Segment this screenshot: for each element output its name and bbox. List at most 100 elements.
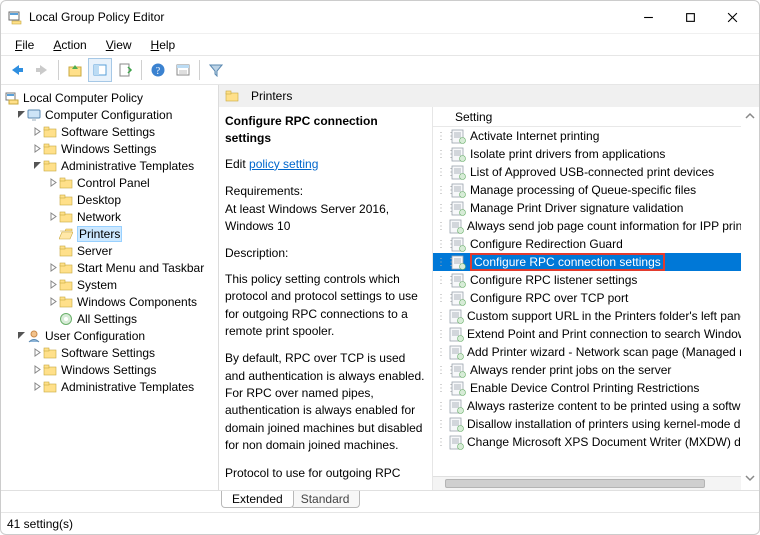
list-item[interactable]: ⋮⋮Always render print jobs on the server	[433, 361, 741, 379]
tree-cc-admin[interactable]: Administrative Templates	[3, 157, 216, 174]
tree-at-network[interactable]: Network	[3, 208, 216, 225]
list-item[interactable]: ⋮⋮ Manage Print Driver signature validati…	[433, 199, 741, 217]
tree-uc-windows[interactable]: Windows Settings	[3, 361, 216, 378]
properties-button[interactable]	[171, 58, 195, 82]
export-list-button[interactable]	[113, 58, 137, 82]
menu-action[interactable]: Action	[45, 36, 94, 54]
drag-grip-icon: ⋮⋮	[436, 185, 446, 196]
minimize-button[interactable]	[627, 2, 669, 32]
column-header-setting[interactable]: Setting	[433, 107, 741, 127]
folder-icon	[59, 193, 73, 207]
menu-help[interactable]: Help	[143, 36, 184, 54]
drag-grip-icon: ⋮⋮	[436, 347, 446, 358]
setting-icon	[449, 163, 467, 181]
drag-grip-icon: ⋮⋮	[436, 311, 446, 322]
setting-icon	[449, 361, 467, 379]
up-one-level-button[interactable]	[63, 58, 87, 82]
tree-at-wcomp[interactable]: Windows Components	[3, 293, 216, 310]
expand-icon[interactable]	[47, 211, 59, 223]
forward-button[interactable]	[30, 58, 54, 82]
expand-icon[interactable]	[47, 279, 59, 291]
drag-grip-icon: ⋮⋮	[436, 131, 446, 142]
collapse-icon[interactable]	[15, 109, 27, 121]
expand-icon[interactable]	[47, 262, 59, 274]
collapse-icon[interactable]	[31, 160, 43, 172]
folder-icon	[43, 363, 57, 377]
list-item[interactable]: ⋮⋮Always send job page count information…	[433, 217, 741, 235]
filter-button[interactable]	[204, 58, 228, 82]
tree-uc-admin[interactable]: Administrative Templates	[3, 378, 216, 395]
list-item[interactable]: ⋮⋮Change Microsoft XPS Document Writer (…	[433, 433, 741, 451]
edit-policy-link[interactable]: policy setting	[249, 157, 318, 171]
tree-at-system[interactable]: System	[3, 276, 216, 293]
expand-icon[interactable]	[47, 296, 59, 308]
scrollbar-thumb[interactable]	[445, 479, 705, 488]
list-item[interactable]: ⋮⋮Always rasterize content to be printed…	[433, 397, 741, 415]
maximize-button[interactable]	[669, 2, 711, 32]
collapse-icon[interactable]	[15, 330, 27, 342]
tree-at-desktop[interactable]: Desktop	[3, 191, 216, 208]
drag-grip-icon: ⋮⋮	[436, 419, 446, 430]
setting-icon	[449, 379, 467, 397]
list-item[interactable]: ⋮⋮ Activate Internet printing	[433, 127, 741, 145]
folder-icon	[59, 244, 73, 258]
tree-at-start[interactable]: Start Menu and Taskbar	[3, 259, 216, 276]
tree-at-control-panel[interactable]: Control Panel	[3, 174, 216, 191]
tree-cc-windows[interactable]: Windows Settings	[3, 140, 216, 157]
expand-icon[interactable]	[31, 381, 43, 393]
list-item-label: List of Approved USB-connected print dev…	[470, 165, 714, 179]
horizontal-scrollbar[interactable]	[433, 476, 741, 490]
menu-file[interactable]: File	[7, 36, 42, 54]
statusbar: 41 setting(s)	[1, 512, 759, 534]
expand-icon[interactable]	[47, 177, 59, 189]
tree-uc[interactable]: User Configuration	[3, 327, 216, 344]
tree-at-server[interactable]: Server	[3, 242, 216, 259]
list-item-label: Manage Print Driver signature validation	[470, 201, 683, 215]
list-item[interactable]: ⋮⋮Configure RPC listener settings	[433, 271, 741, 289]
app-icon	[7, 9, 23, 25]
help-button[interactable]: ?	[146, 58, 170, 82]
list-item[interactable]: ⋮⋮Configure RPC connection settings	[433, 253, 741, 271]
list-item-label: Configure RPC connection settings	[474, 255, 661, 269]
tree-cc-software[interactable]: Software Settings	[3, 123, 216, 140]
list-item[interactable]: ⋮⋮Disallow installation of printers usin…	[433, 415, 741, 433]
list-item[interactable]: ⋮⋮Custom support URL in the Printers fol…	[433, 307, 741, 325]
tree-at-allsettings[interactable]: All Settings	[3, 310, 216, 327]
list-item[interactable]: ⋮⋮Configure Redirection Guard	[433, 235, 741, 253]
setting-icon	[449, 145, 467, 163]
tab-standard[interactable]: Standard	[290, 491, 361, 508]
back-button[interactable]	[5, 58, 29, 82]
tab-extended[interactable]: Extended	[221, 491, 294, 508]
list-item[interactable]: ⋮⋮Configure RPC over TCP port	[433, 289, 741, 307]
settings-list[interactable]: ⋮⋮ Activate Internet printing ⋮⋮Isolate pr…	[433, 127, 741, 476]
list-item[interactable]: ⋮⋮Add Printer wizard - Network scan page…	[433, 343, 741, 361]
list-item-label: Configure Redirection Guard	[470, 237, 623, 251]
scroll-down-icon[interactable]	[744, 472, 756, 487]
expand-icon[interactable]	[31, 347, 43, 359]
open-folder-icon	[59, 227, 73, 241]
list-item[interactable]: ⋮⋮Isolate print drivers from application…	[433, 145, 741, 163]
list-item[interactable]: ⋮⋮Enable Device Control Printing Restric…	[433, 379, 741, 397]
expand-icon[interactable]	[31, 364, 43, 376]
scroll-up-icon[interactable]	[744, 110, 756, 125]
tree-root[interactable]: Local Computer Policy	[3, 89, 216, 106]
folder-icon	[43, 346, 57, 360]
list-item[interactable]: ⋮⋮Extend Point and Print connection to s…	[433, 325, 741, 343]
expand-icon[interactable]	[31, 126, 43, 138]
tree-at-printers[interactable]: Printers	[3, 225, 216, 242]
list-item[interactable]: ⋮⋮List of Approved USB-connected print d…	[433, 163, 741, 181]
tree-uc-software[interactable]: Software Settings	[3, 344, 216, 361]
drag-grip-icon: ⋮⋮	[436, 203, 446, 214]
requirements-body: At least Windows Server 2016, Windows 10	[225, 201, 426, 236]
folder-icon	[225, 89, 239, 103]
show-hide-tree-button[interactable]	[88, 58, 112, 82]
close-button[interactable]	[711, 2, 753, 32]
view-tabs: Extended Standard	[1, 490, 759, 512]
tree-cc[interactable]: Computer Configuration	[3, 106, 216, 123]
toolbar-separator	[58, 60, 59, 80]
expand-icon[interactable]	[31, 143, 43, 155]
list-item-label: Activate Internet printing	[470, 129, 599, 143]
menu-view[interactable]: View	[98, 36, 140, 54]
list-item[interactable]: ⋮⋮Manage processing of Queue-specific fi…	[433, 181, 741, 199]
drag-grip-icon: ⋮⋮	[436, 221, 446, 232]
